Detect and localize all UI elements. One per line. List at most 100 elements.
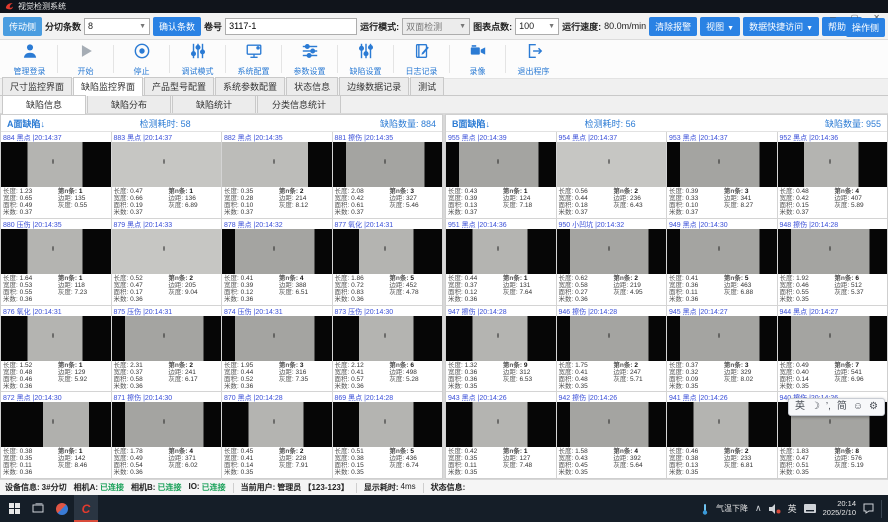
ribbon-button-label: 开始 (78, 66, 94, 77)
defect-area: 面积: 0.36 (448, 376, 503, 383)
ime-simplified-icon[interactable]: 简 (837, 402, 847, 412)
roll-number-input[interactable] (225, 18, 357, 35)
minimize-button[interactable]: ─ (830, 13, 836, 23)
defect-cell[interactable]: 878 黑点 |20:14:32长度: 0.41宽度: 0.39面积: 0.12… (222, 219, 332, 305)
defect-cell-header: 944 黑点 |20:14:27 (778, 306, 888, 316)
ime-moon-icon[interactable]: ☽ (811, 402, 820, 412)
defect-cell[interactable]: 949 黑点 |20:14:30长度: 0.41宽度: 0.36面积: 0.11… (667, 219, 777, 305)
sub-tab-3[interactable]: 分类信息统计 (257, 95, 341, 113)
run-mode-select[interactable]: 双面检测▼ (402, 18, 470, 35)
ime-punctuation-icon[interactable]: ’, (826, 402, 831, 412)
confirm-count-button[interactable]: 确认条数 (153, 17, 201, 36)
ime-english-icon[interactable]: 英 (795, 402, 805, 412)
ribbon-button-camera[interactable]: 录像 (450, 42, 505, 77)
defect-meter: 米数: 0.37 (224, 209, 279, 216)
main-tab-4[interactable]: 状态信息 (286, 77, 338, 95)
defect-cell[interactable]: 877 氧化 |20:14:31长度: 1.86宽度: 0.72面积: 0.83… (333, 219, 443, 305)
notification-center-icon[interactable] (863, 503, 874, 514)
defect-edge-distance: 边距: 498 (389, 369, 440, 376)
ribbon-button-monitor[interactable]: 系统配置 (226, 42, 281, 77)
defect-cell[interactable]: 955 黑点 |20:14:39长度: 0.43宽度: 0.39面积: 0.13… (446, 132, 556, 218)
main-tab-1[interactable]: 缺陷监控界面 (73, 77, 143, 96)
toolbar-menu-button[interactable]: 视图▼ (700, 17, 740, 36)
ribbon-button-params-sliders[interactable]: 参数设置 (282, 42, 337, 77)
weather-text[interactable]: 气温下降 (716, 503, 748, 514)
taskbar-clock[interactable]: 20:14 2025/2/10 (823, 500, 856, 517)
chart-points-select[interactable]: 100▼ (515, 18, 559, 35)
ime-settings-icon[interactable]: ⚙ (869, 402, 878, 412)
run-mode-value: 双面检测 (406, 20, 442, 33)
defect-cell[interactable]: 941 黑点 |20:14:26长度: 0.46宽度: 0.38面积: 0.13… (667, 392, 777, 478)
defect-cell[interactable]: 872 黑点 |20:14:30长度: 0.38宽度: 0.35面积: 0.11… (1, 392, 111, 478)
defect-cell[interactable]: 869 黑点 |20:14:28长度: 0.51宽度: 0.38面积: 0.15… (333, 392, 443, 478)
defect-meter: 米数: 0.37 (559, 209, 614, 216)
defect-cell[interactable]: 884 黑点 |20:14:37长度: 1.23宽度: 0.65面积: 0.49… (1, 132, 111, 218)
defect-cell[interactable]: 881 擦伤 |20:14:35长度: 2.08宽度: 0.42面积: 0.61… (333, 132, 443, 218)
defect-length: 长度: 0.56 (559, 188, 614, 195)
sub-tab-0[interactable]: 缺陷信息 (2, 95, 86, 114)
main-tab-3[interactable]: 系统参数配置 (215, 77, 285, 95)
defect-cell[interactable]: 942 擦伤 |20:14:26长度: 1.58宽度: 0.43面积: 0.45… (557, 392, 667, 478)
defect-cell[interactable]: 945 黑点 |20:14:27长度: 0.37宽度: 0.32面积: 0.09… (667, 306, 777, 392)
clock-date: 2025/2/10 (823, 508, 856, 517)
panel-title[interactable]: B面缺陷↓ (452, 117, 490, 130)
taskbar-app-inspection[interactable]: C (74, 495, 98, 522)
defect-strip-index: 第n条: 2 (279, 188, 330, 195)
ribbon-button-log[interactable]: 日志记录 (394, 42, 449, 77)
slit-count-select[interactable]: 8▼ (84, 18, 150, 35)
sub-tab-1[interactable]: 缺陷分布 (87, 95, 171, 113)
defect-cell[interactable]: 876 氧化 |20:14:31长度: 1.52宽度: 0.48面积: 0.46… (1, 306, 111, 392)
panel-title[interactable]: A面缺陷↓ (7, 117, 45, 130)
defect-cell[interactable]: 874 压伤 |20:14:31长度: 1.95宽度: 0.44面积: 0.52… (222, 306, 332, 392)
ribbon-button-exit[interactable]: 退出程序 (506, 42, 561, 77)
defect-cell[interactable]: 944 黑点 |20:14:27长度: 0.49宽度: 0.40面积: 0.14… (778, 306, 888, 392)
ime-language-indicator[interactable]: 英 (788, 502, 797, 515)
drive-side-button[interactable]: 传动侧 (3, 17, 42, 36)
ribbon-button-play[interactable]: 开始 (58, 42, 113, 77)
keyboard-icon[interactable] (804, 504, 816, 513)
main-tab-0[interactable]: 尺寸监控界面 (2, 77, 72, 95)
volume-muted-icon[interactable] (769, 504, 781, 514)
defect-cell-header: 949 黑点 |20:14:30 (667, 219, 777, 229)
defect-cell[interactable]: 950 小凹坑 |20:14:32长度: 0.62宽度: 0.58面积: 0.2… (557, 219, 667, 305)
defect-cell[interactable]: 879 黑点 |20:14:33长度: 0.52宽度: 0.47面积: 0.17… (112, 219, 222, 305)
toolbar-menu-button[interactable]: 数据快捷访问▼ (743, 17, 819, 36)
taskbar-app-browser[interactable] (50, 495, 74, 522)
defect-cell[interactable]: 880 压伤 |20:14:35长度: 1.64宽度: 0.53面积: 0.55… (1, 219, 111, 305)
defect-cell[interactable]: 948 擦伤 |20:14:28长度: 1.92宽度: 0.46面积: 0.55… (778, 219, 888, 305)
defect-meter: 米数: 0.35 (669, 469, 724, 476)
defect-cell[interactable]: 946 擦伤 |20:14:28长度: 1.75宽度: 0.41面积: 0.48… (557, 306, 667, 392)
defect-gray-level: 灰度: 6.81 (724, 462, 775, 469)
defect-cell[interactable]: 871 擦伤 |20:14:30长度: 1.78宽度: 0.49面积: 0.54… (112, 392, 222, 478)
ribbon-button-user[interactable]: 管理登录 (2, 42, 57, 77)
defect-gray-level: 灰度: 5.71 (613, 376, 664, 383)
clear-alarm-button[interactable]: 清除报警 (649, 17, 697, 36)
ime-smiley-icon[interactable]: ☺ (853, 402, 863, 412)
defect-cell-meta: 长度: 1.23宽度: 0.65面积: 0.49米数: 0.37第n条: 1边距… (1, 187, 111, 218)
ribbon-button-defect-sliders[interactable]: 缺陷设置 (338, 42, 393, 77)
defect-cell[interactable]: 952 黑点 |20:14:36长度: 0.48宽度: 0.42面积: 0.15… (778, 132, 888, 218)
task-view-button[interactable] (26, 495, 50, 522)
defect-cell[interactable]: 870 黑点 |20:14:28长度: 0.45宽度: 0.41面积: 0.14… (222, 392, 332, 478)
defect-cell[interactable]: 873 压伤 |20:14:30长度: 2.12宽度: 0.41面积: 0.57… (333, 306, 443, 392)
defect-cell[interactable]: 875 压伤 |20:14:31长度: 2.31宽度: 0.37面积: 0.58… (112, 306, 222, 392)
ribbon-button-debug-sliders[interactable]: 调试模式 (170, 42, 225, 77)
defect-cell[interactable]: 883 黑点 |20:14:37长度: 0.47宽度: 0.66面积: 0.19… (112, 132, 222, 218)
start-menu-button[interactable] (2, 495, 26, 522)
defect-cell[interactable]: 953 黑点 |20:14:37长度: 0.39宽度: 0.33面积: 0.10… (667, 132, 777, 218)
defect-cell[interactable]: 943 黑点 |20:14:26长度: 0.42宽度: 0.35面积: 0.11… (446, 392, 556, 478)
main-tab-2[interactable]: 产品型号配置 (144, 77, 214, 95)
defect-cell[interactable]: 947 擦伤 |20:14:28长度: 1.32宽度: 0.36面积: 0.36… (446, 306, 556, 392)
main-tab-5[interactable]: 边缘数据记录 (339, 77, 409, 95)
defect-cell[interactable]: 954 黑点 |20:14:37长度: 0.56宽度: 0.44面积: 0.18… (557, 132, 667, 218)
operator-side-button[interactable]: 操作侧 (846, 18, 885, 37)
main-tab-6[interactable]: 测试 (410, 77, 444, 95)
defect-gray-level: 灰度: 7.64 (503, 289, 554, 296)
defect-cell[interactable]: 882 黑点 |20:14:35长度: 0.35宽度: 0.28面积: 0.10… (222, 132, 332, 218)
tray-expand-icon[interactable]: ∧ (755, 503, 762, 514)
show-desktop-button[interactable] (881, 500, 882, 518)
defect-cell[interactable]: 951 黑点 |20:14:36长度: 0.44宽度: 0.37面积: 0.12… (446, 219, 556, 305)
sub-tab-2[interactable]: 缺陷统计 (172, 95, 256, 113)
ribbon-button-stop[interactable]: 停止 (114, 42, 169, 77)
defect-width: 宽度: 0.39 (224, 282, 279, 289)
